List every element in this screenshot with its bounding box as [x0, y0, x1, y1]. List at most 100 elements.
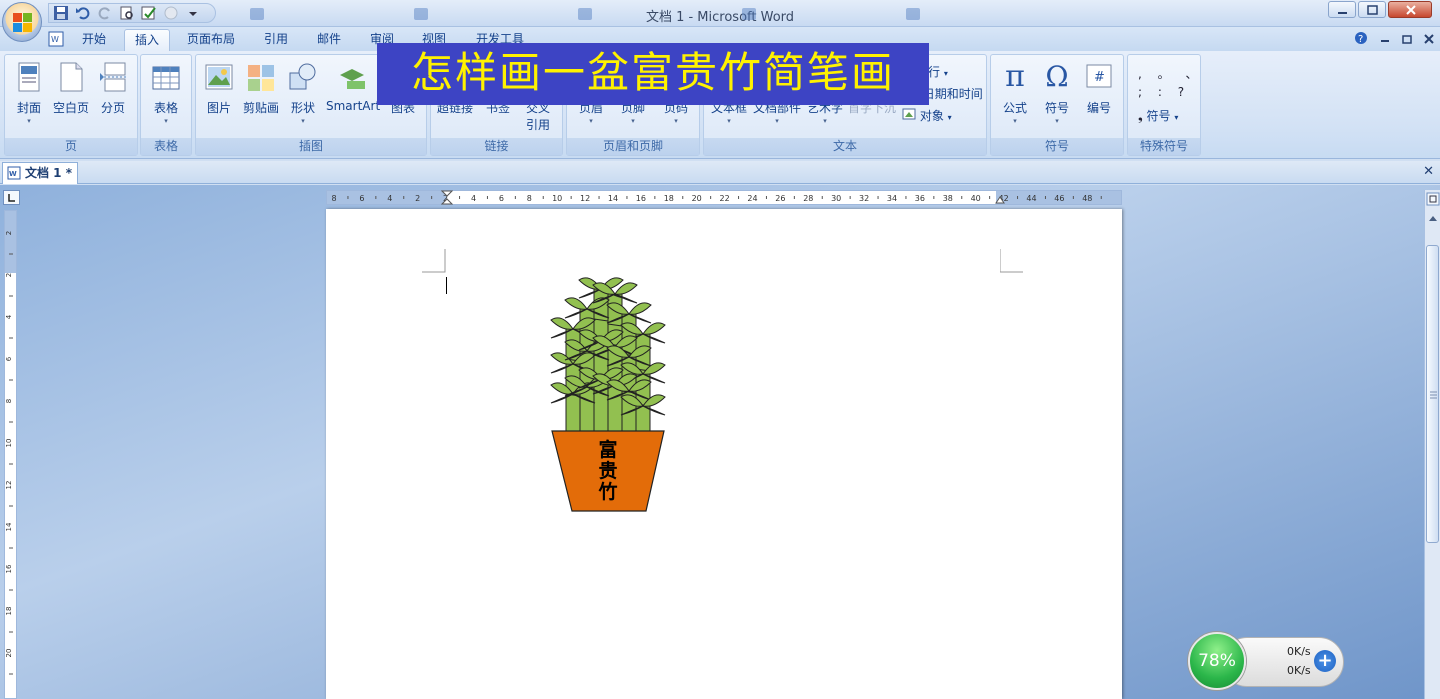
close-tab-icon[interactable]: ✕: [1423, 164, 1434, 179]
chevron-down-icon: ▾: [1174, 113, 1179, 122]
tab-home[interactable]: 开始: [72, 29, 116, 51]
group-label-special-symbols: 特殊符号: [1128, 138, 1200, 155]
svg-text:W: W: [9, 170, 17, 178]
object-button[interactable]: 对象 ▾: [902, 107, 952, 124]
ruler-label: 8: [527, 194, 532, 203]
minimize-button[interactable]: [1328, 1, 1356, 18]
save-icon[interactable]: [53, 5, 69, 21]
ghost-tab-icon: [742, 8, 756, 20]
ruler-label: 6: [359, 194, 364, 203]
ruler-label: 24: [747, 194, 757, 203]
picture-button[interactable]: 图片: [198, 61, 240, 116]
document-tab-bar: W 文档 1 * ✕: [0, 161, 1440, 184]
cover-page-button[interactable]: 封面 ▾: [8, 61, 50, 126]
clipart-icon: [246, 61, 276, 93]
chevron-down-icon: ▾: [727, 117, 731, 125]
blank-page-button[interactable]: 空白页: [50, 61, 92, 116]
group-label-pages: 页: [5, 138, 137, 155]
symbol-button[interactable]: Ω 符号 ▾: [1036, 61, 1078, 126]
page-break-button[interactable]: 分页: [92, 61, 134, 116]
chevron-down-icon: ▾: [27, 117, 31, 125]
right-indent-marker-icon[interactable]: [995, 194, 1005, 204]
ruler-label: 12: [5, 481, 13, 490]
download-speed: 0K/s: [1287, 664, 1311, 677]
help-icon[interactable]: ?: [1354, 31, 1368, 48]
network-speed-widget[interactable]: ↑ ↓ 0K/s 0K/s 78% +: [1186, 630, 1346, 692]
pot-label-2: 贵: [598, 460, 617, 482]
memory-usage-ball[interactable]: 78%: [1188, 632, 1246, 690]
punctuation-row-2[interactable]: ; : ?: [1138, 85, 1190, 99]
chevron-down-icon: ▾: [164, 117, 168, 125]
ruler-label: 36: [915, 194, 925, 203]
ghost-tab-icon: [250, 8, 264, 20]
smartart-icon: [337, 61, 367, 93]
ruler-toggle-icon[interactable]: [1426, 192, 1440, 206]
margin-corner-top-right: [1000, 249, 1023, 273]
punctuation-row-1[interactable]: , 。 、: [1138, 65, 1203, 82]
scroll-up-icon[interactable]: [1426, 212, 1440, 224]
indent-marker-icon[interactable]: [441, 190, 453, 205]
ruler-label: 4: [471, 194, 476, 203]
word-doc-icon: W: [46, 29, 66, 51]
document-page[interactable]: 富 贵 竹: [326, 209, 1122, 699]
plus-icon[interactable]: +: [1314, 650, 1336, 672]
object-icon: [902, 108, 916, 123]
restore-button[interactable]: [1358, 1, 1386, 18]
group-pages: 封面 ▾ 空白页 分页 页: [4, 54, 138, 156]
close-window-button[interactable]: [1388, 1, 1432, 18]
bamboo-leaf: [564, 297, 588, 310]
ruler-label: 38: [943, 194, 953, 203]
number-icon: #: [1084, 61, 1114, 93]
blank-page-icon: [56, 61, 86, 93]
office-button[interactable]: [2, 2, 42, 42]
special-symbol-button[interactable]: ❟ 符号 ▾: [1138, 107, 1178, 124]
tab-insert[interactable]: 插入: [124, 29, 171, 51]
omega-icon: Ω: [1045, 60, 1069, 93]
quick-access-toolbar: [48, 3, 216, 23]
taskbar-ghost-tabs: [250, 8, 920, 20]
ruler-label: 10: [552, 194, 562, 203]
spelling-icon[interactable]: [141, 5, 157, 21]
ruler-label: 8: [5, 399, 13, 403]
ruler-label: 14: [5, 522, 13, 531]
ruler-label: 22: [720, 194, 730, 203]
equation-button[interactable]: π 公式 ▾: [994, 61, 1036, 126]
bamboo-leaf: [550, 317, 574, 330]
ruler-label: 8: [331, 194, 336, 203]
table-button[interactable]: 表格 ▾: [145, 61, 187, 126]
tab-page-layout[interactable]: 页面布局: [177, 29, 245, 51]
shapes-icon: [288, 61, 318, 93]
undo-icon[interactable]: [75, 5, 91, 21]
word-doc-icon: W: [7, 166, 21, 186]
doc-close-icon[interactable]: [1424, 33, 1434, 47]
doc-restore-icon[interactable]: [1402, 33, 1412, 47]
redo-icon[interactable]: [97, 5, 113, 21]
bamboo-leaf: [628, 302, 652, 315]
office-logo-icon: [13, 13, 33, 33]
clipart-button[interactable]: 剪贴画: [240, 61, 282, 116]
customize-qat-icon[interactable]: [185, 5, 201, 21]
document-tab[interactable]: W 文档 1 *: [2, 162, 78, 184]
group-symbols: π 公式 ▾ Ω 符号 ▾ # 编号 符号: [990, 54, 1124, 156]
vertical-ruler[interactable]: 2 2 4 6 8 10 12 14 16 18 20: [4, 210, 17, 699]
ruler-label: 4: [5, 314, 13, 319]
window-controls: [1328, 1, 1432, 18]
print-preview-icon[interactable]: [119, 5, 135, 21]
ruler-label: 40: [971, 194, 981, 203]
doc-minimize-icon[interactable]: [1380, 33, 1390, 47]
vertical-scrollbar[interactable]: [1424, 190, 1440, 699]
grip-icon: [1430, 391, 1437, 399]
ruler-label: 16: [636, 194, 646, 203]
ruler-label: 2: [415, 194, 420, 203]
horizontal-ruler[interactable]: 8 6 4 2 2 4 6 8 10 12 14 16 18 20 22 24 26 28 30 32 34 36 38 40…: [326, 190, 1122, 205]
scroll-thumb[interactable]: [1426, 245, 1439, 543]
shapes-button[interactable]: 形状 ▾: [282, 61, 324, 126]
ruler-label: 30: [831, 194, 841, 203]
bamboo-drawing: 富 贵 竹: [546, 269, 676, 514]
group-label-links: 链接: [431, 138, 562, 155]
numbering-button[interactable]: # 编号: [1078, 61, 1120, 116]
smartart-button[interactable]: SmartArt: [326, 61, 380, 113]
tab-selector[interactable]: [3, 190, 20, 205]
tab-references[interactable]: 引用: [254, 29, 298, 51]
tab-mailings[interactable]: 邮件: [307, 29, 351, 51]
